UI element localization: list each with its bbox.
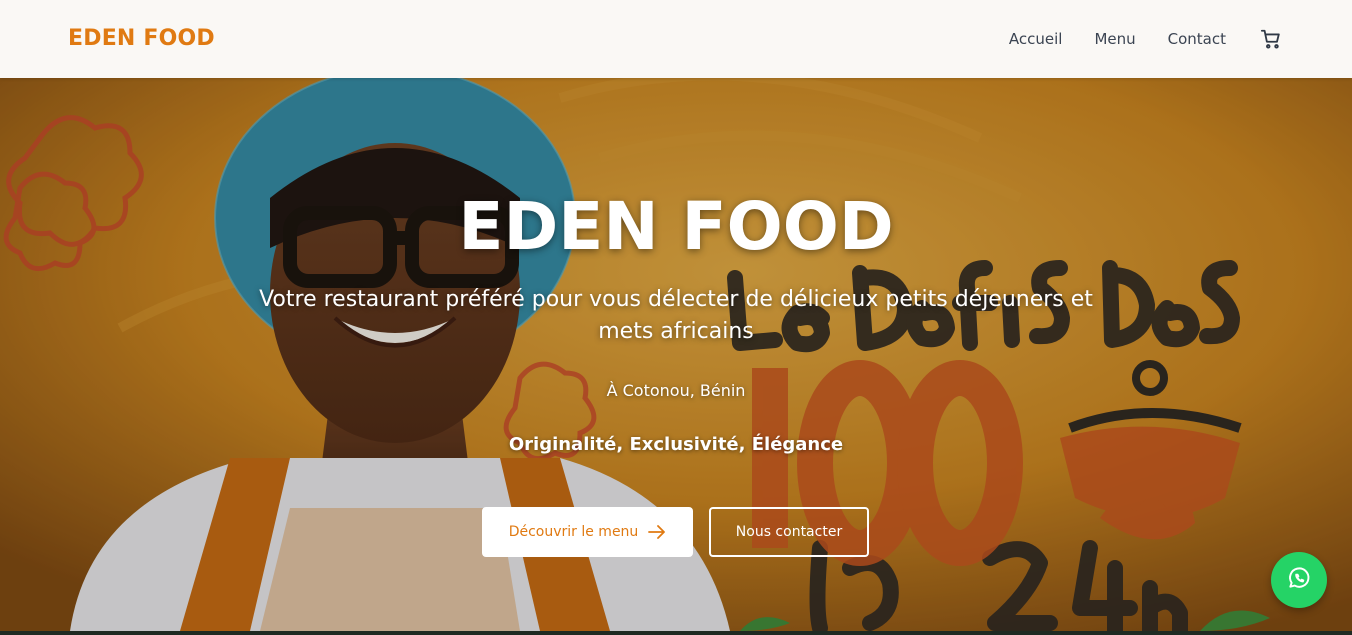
contact-us-label: Nous contacter xyxy=(735,524,843,540)
brand-logo[interactable]: EDEN FOOD xyxy=(68,26,215,51)
shopping-cart-icon[interactable] xyxy=(1260,28,1282,50)
bottom-strip xyxy=(0,631,1352,635)
hero-tagline: Originalité, Exclusivité, Élégance xyxy=(508,434,844,455)
whatsapp-button[interactable] xyxy=(1271,552,1327,608)
navbar: EDEN FOOD Accueil Menu Contact xyxy=(0,0,1352,78)
hero-section: EDEN FOOD Votre restaurant préféré pour … xyxy=(0,78,1352,631)
hero-title: EDEN FOOD xyxy=(458,188,894,265)
hero-location: À Cotonou, Bénin xyxy=(606,381,746,400)
discover-menu-label: Découvrir le menu xyxy=(508,524,639,540)
nav-link-contact[interactable]: Contact xyxy=(1168,30,1226,48)
whatsapp-icon xyxy=(1286,565,1312,595)
contact-us-button[interactable]: Nous contacter xyxy=(709,507,869,557)
nav-link-menu[interactable]: Menu xyxy=(1094,30,1135,48)
arrow-right-icon xyxy=(648,525,666,539)
nav-link-accueil[interactable]: Accueil xyxy=(1009,30,1063,48)
nav-links: Accueil Menu Contact xyxy=(977,0,1282,78)
hero-subtitle: Votre restaurant préféré pour vous délec… xyxy=(259,287,1093,344)
discover-menu-button[interactable]: Découvrir le menu xyxy=(482,507,693,557)
